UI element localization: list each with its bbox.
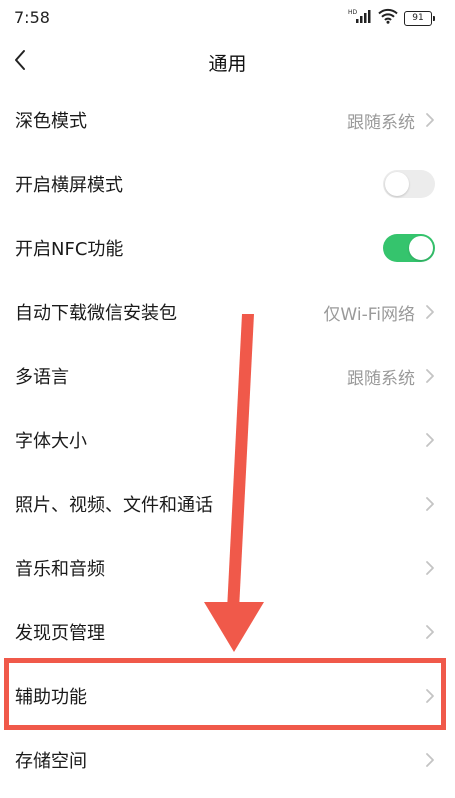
setting-font-size[interactable]: 字体大小	[0, 408, 455, 472]
setting-value: 跟随系统	[347, 112, 415, 133]
setting-music-audio[interactable]: 音乐和音频	[0, 536, 455, 600]
setting-label: 自动下载微信安装包	[15, 303, 177, 324]
wifi-icon	[378, 8, 398, 28]
setting-label: 存储空间	[15, 751, 87, 772]
chevron-right-icon	[425, 496, 435, 512]
chevron-right-icon	[425, 112, 435, 128]
setting-label: 多语言	[15, 367, 69, 388]
nav-bar: 通用	[0, 38, 455, 84]
setting-value: 跟随系统	[347, 368, 415, 389]
setting-nfc: 开启NFC功能	[0, 216, 455, 280]
setting-label: 开启横屏模式	[15, 175, 123, 196]
settings-list: 深色模式 跟随系统 开启横屏模式 开启NFC功能 自动下载微信安装包 仅Wi-F…	[0, 88, 455, 792]
battery-level: 91	[404, 10, 432, 26]
setting-storage[interactable]: 存储空间	[0, 728, 455, 792]
svg-text:HD: HD	[348, 9, 358, 16]
status-icons: HD 91	[348, 8, 435, 28]
setting-label: 深色模式	[15, 111, 87, 132]
setting-accessibility[interactable]: 辅助功能	[0, 664, 455, 728]
setting-label: 发现页管理	[15, 623, 105, 644]
chevron-right-icon	[425, 304, 435, 320]
setting-label: 开启NFC功能	[15, 239, 124, 260]
setting-landscape-mode: 开启横屏模式	[0, 152, 455, 216]
setting-label: 辅助功能	[15, 687, 87, 708]
status-time: 7:58	[14, 8, 50, 27]
setting-value: 仅Wi-Fi网络	[323, 304, 415, 325]
battery-icon: 91	[404, 10, 435, 26]
setting-auto-download[interactable]: 自动下载微信安装包 仅Wi-Fi网络	[0, 280, 455, 344]
chevron-right-icon	[425, 368, 435, 384]
setting-discover-management[interactable]: 发现页管理	[0, 600, 455, 664]
setting-label: 照片、视频、文件和通话	[15, 495, 213, 516]
chevron-right-icon	[425, 688, 435, 704]
chevron-right-icon	[425, 624, 435, 640]
hd-signal-icon: HD	[348, 8, 372, 28]
chevron-right-icon	[425, 752, 435, 768]
setting-dark-mode[interactable]: 深色模式 跟随系统	[0, 88, 455, 152]
setting-language[interactable]: 多语言 跟随系统	[0, 344, 455, 408]
page-title: 通用	[208, 53, 247, 75]
chevron-right-icon	[425, 432, 435, 448]
status-bar: 7:58 HD 91	[0, 0, 455, 38]
setting-label: 音乐和音频	[15, 559, 105, 580]
setting-label: 字体大小	[15, 431, 87, 452]
setting-media-files[interactable]: 照片、视频、文件和通话	[0, 472, 455, 536]
nfc-toggle[interactable]	[383, 234, 435, 262]
landscape-toggle[interactable]	[383, 170, 435, 198]
chevron-right-icon	[425, 560, 435, 576]
